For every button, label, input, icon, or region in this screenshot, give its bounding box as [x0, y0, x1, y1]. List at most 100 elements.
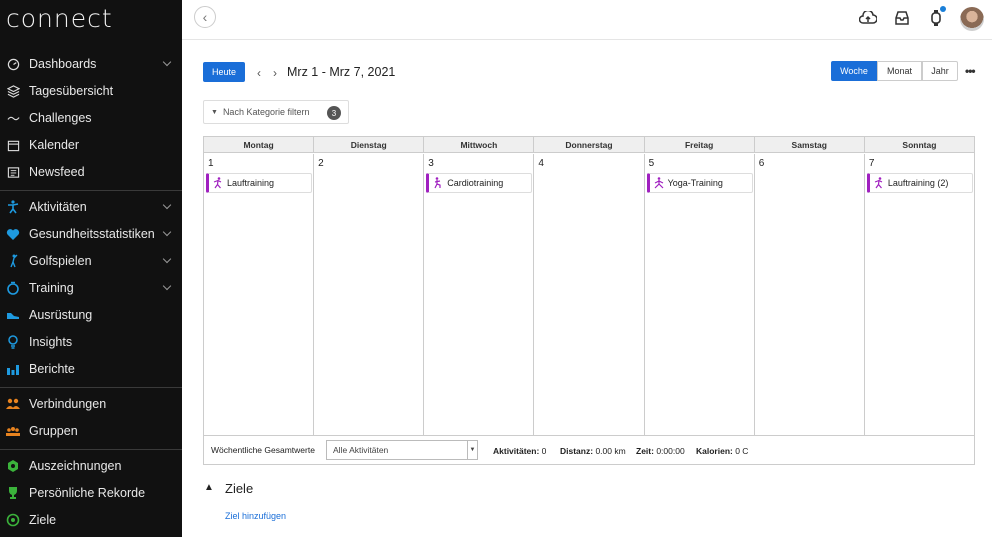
goals-title: Ziele — [225, 481, 254, 496]
weekday-label: Donnerstag — [534, 137, 645, 152]
sidebar-divider — [0, 387, 182, 388]
sidebar-item-label: Dashboards — [29, 57, 97, 71]
week-calendar: Montag Dienstag Mittwoch Donnerstag Frei… — [203, 136, 975, 465]
sidebar-item-label: Aktivitäten — [29, 200, 87, 214]
sidebar-item-label: Ziele — [29, 513, 57, 527]
category-filter-button[interactable]: ▼ Nach Kategorie filtern 3 — [203, 100, 349, 124]
sidebar-item-gesundheitsstatistiken[interactable]: Gesundheitsstatistiken — [0, 221, 182, 247]
day-cell[interactable]: 5 Yoga-Training — [645, 154, 755, 435]
badge-icon — [6, 459, 20, 473]
sidebar-item-label: Gruppen — [29, 424, 78, 438]
activity-event[interactable]: Lauftraining — [206, 173, 312, 193]
view-week-button[interactable]: Woche — [831, 61, 877, 81]
stat-label: Kalorien: — [696, 446, 733, 456]
sidebar-divider — [0, 190, 182, 191]
stat-value: 0 C — [735, 446, 749, 456]
view-month-button[interactable]: Monat — [877, 61, 922, 81]
add-goal-link[interactable]: Ziel hinzufügen — [225, 511, 286, 521]
stat-activities: Aktivitäten: 0 — [493, 446, 546, 456]
day-cell[interactable]: 1 Lauftraining — [204, 154, 315, 435]
running-person-icon — [6, 200, 20, 214]
activity-type-select[interactable]: Alle Aktivitäten ▼ — [326, 440, 478, 460]
day-cell[interactable]: 2 — [314, 154, 425, 435]
day-cell[interactable]: 7 Lauftraining (2) — [865, 154, 974, 435]
sidebar-item-label: Auszeichnungen — [29, 459, 122, 473]
activity-event[interactable]: Lauftraining (2) — [866, 173, 973, 193]
sidebar-item-kalender[interactable]: Kalender — [0, 132, 182, 158]
event-label: Yoga-Training — [667, 178, 723, 188]
event-label: Lauftraining (2) — [887, 178, 949, 188]
sidebar-item-label: Gesundheitsstatistiken — [29, 227, 155, 241]
sidebar-item-label: Berichte — [29, 362, 75, 376]
sidebar-item-training[interactable]: Training — [0, 275, 182, 301]
sidebar-item-auszeichnungen[interactable]: Auszeichnungen — [0, 453, 182, 479]
chevron-down-icon — [162, 281, 172, 291]
sidebar-item-label: Golfspielen — [29, 254, 92, 268]
collapse-sidebar-button[interactable]: ‹ — [194, 6, 216, 28]
today-button[interactable]: Heute — [203, 62, 245, 82]
next-week-button[interactable]: › — [273, 66, 277, 80]
weekday-label: Samstag — [755, 137, 865, 152]
inbox-icon[interactable] — [892, 8, 912, 28]
activity-event[interactable]: Yoga-Training — [646, 173, 753, 193]
connect-logo[interactable]: connect — [6, 4, 113, 33]
sidebar-item-aktivitaeten[interactable]: Aktivitäten — [0, 194, 182, 220]
sidebar-item-label: Verbindungen — [29, 397, 107, 411]
day-number: 6 — [758, 158, 765, 169]
weekday-header: Montag Dienstag Mittwoch Donnerstag Frei… — [204, 137, 974, 153]
yoga-icon — [654, 177, 664, 189]
heart-icon — [6, 227, 20, 241]
filter-label: Nach Kategorie filtern — [222, 107, 310, 117]
sidebar-item-ausruestung[interactable]: Ausrüstung — [0, 302, 182, 328]
day-number: 7 — [868, 158, 875, 169]
weekday-label: Mittwoch — [424, 137, 535, 152]
day-cell[interactable]: 4 — [534, 154, 645, 435]
cardio-icon — [433, 177, 443, 189]
running-icon — [213, 177, 223, 189]
stat-distance: Distanz: 0.00 km — [560, 446, 626, 456]
upload-cloud-icon[interactable] — [858, 8, 878, 28]
day-cell[interactable]: 3 Cardiotraining — [424, 154, 535, 435]
bar-chart-icon — [6, 362, 20, 376]
sidebar-item-golfspielen[interactable]: Golfspielen — [0, 248, 182, 274]
day-number: 3 — [428, 158, 434, 169]
sidebar-item-persoenliche-rekorde[interactable]: Persönliche Rekorde — [0, 480, 182, 506]
sidebar-item-tagesuebersicht[interactable]: Tagesübersicht — [0, 78, 182, 104]
sidebar-item-label: Newsfeed — [29, 165, 85, 179]
event-label: Lauftraining — [227, 178, 275, 188]
target-icon — [6, 513, 20, 527]
day-cell[interactable]: 6 — [755, 154, 865, 435]
avatar[interactable] — [960, 7, 984, 31]
sidebar-item-label: Tagesübersicht — [29, 84, 114, 98]
sidebar-item-berichte[interactable]: Berichte — [0, 356, 182, 382]
stat-value: 0.00 km — [595, 446, 626, 456]
goals-collapse-toggle[interactable]: ▲ — [204, 482, 214, 493]
sidebar-item-insights[interactable]: Insights — [0, 329, 182, 355]
more-options-button[interactable]: ••• — [965, 64, 976, 78]
people-icon — [6, 397, 20, 411]
sidebar-item-ziele[interactable]: Ziele — [0, 507, 182, 533]
top-bar: ‹ — [182, 0, 992, 40]
sidebar-item-label: Kalender — [29, 138, 80, 152]
sidebar-item-label: Insights — [29, 335, 73, 349]
prev-week-button[interactable]: ‹ — [257, 66, 261, 80]
view-year-button[interactable]: Jahr — [922, 61, 958, 81]
sidebar-item-verbindungen[interactable]: Verbindungen — [0, 391, 182, 417]
day-number: 5 — [648, 158, 655, 169]
weekly-totals-label: Wöchentliche Gesamtwerte — [211, 445, 315, 455]
weekday-label: Dienstag — [314, 137, 425, 152]
trophy-icon — [6, 486, 20, 500]
sidebar-item-challenges[interactable]: Challenges — [0, 105, 182, 131]
sidebar-item-gruppen[interactable]: Gruppen — [0, 418, 182, 444]
sidebar-item-dashboards[interactable]: Dashboards — [0, 51, 182, 77]
sidebar-item-newsfeed[interactable]: Newsfeed — [0, 159, 182, 185]
chevron-left-icon: ‹ — [202, 9, 208, 25]
day-number: 4 — [538, 158, 544, 169]
stat-calories: Kalorien: 0 C — [696, 446, 748, 456]
filter-count-badge: 3 — [327, 106, 341, 120]
layers-icon — [6, 84, 20, 98]
event-label: Cardiotraining — [447, 178, 504, 188]
sidebar-item-label: Challenges — [29, 111, 92, 125]
activity-event[interactable]: Cardiotraining — [426, 173, 533, 193]
sidebar-item-label: Persönliche Rekorde — [29, 486, 146, 500]
